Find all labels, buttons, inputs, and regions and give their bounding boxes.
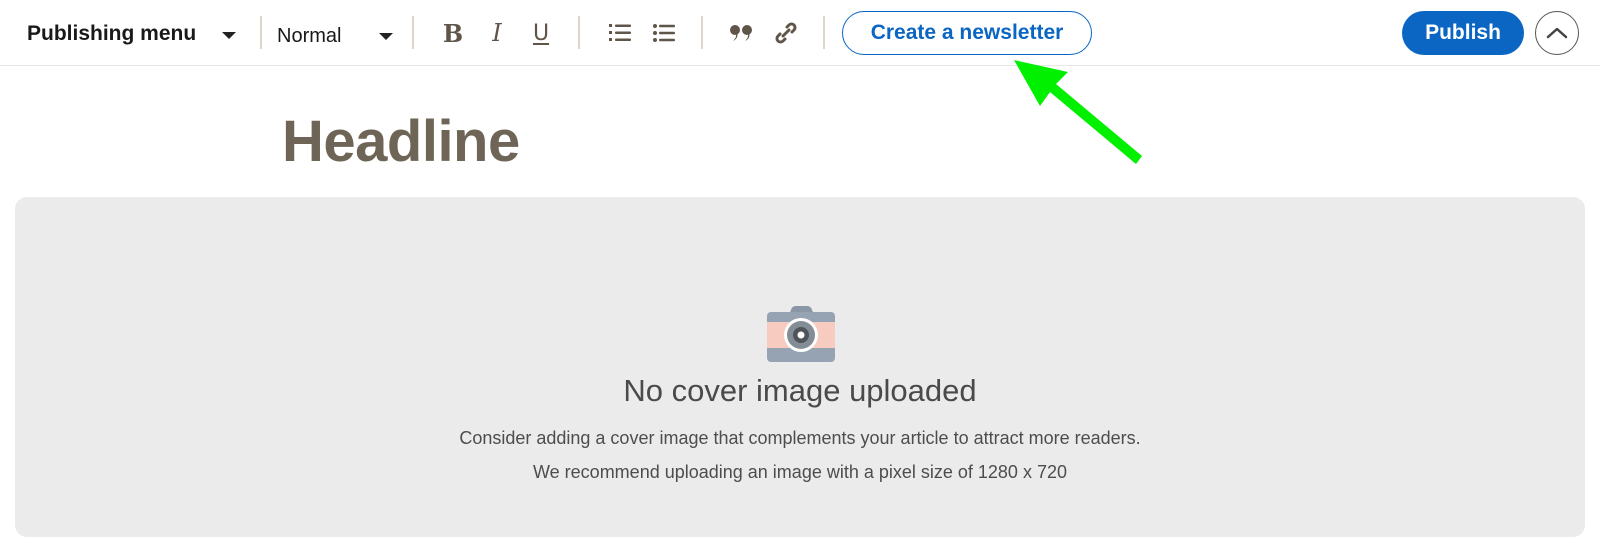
publishing-menu-label: Publishing menu xyxy=(27,22,197,45)
chevron-down-icon[interactable] xyxy=(379,33,393,40)
toolbar-divider xyxy=(701,16,703,49)
publish-button[interactable]: Publish xyxy=(1402,11,1524,55)
green-arrow-annotation xyxy=(1014,60,1142,164)
text-style-select[interactable]: Normal xyxy=(277,20,341,52)
toolbar-divider xyxy=(412,16,414,49)
editor-toolbar: Publishing menu Normal B I U Create a ne… xyxy=(0,0,1600,66)
underline-button[interactable]: U xyxy=(524,16,558,50)
headline-placeholder[interactable]: Headline xyxy=(282,108,520,175)
cover-title: No cover image uploaded xyxy=(623,373,977,408)
publishing-menu-button[interactable]: Publishing menu xyxy=(27,18,196,50)
cover-size-recommendation: We recommend uploading an image with a p… xyxy=(533,462,1067,482)
toolbar-divider xyxy=(578,16,580,49)
bold-button[interactable]: B xyxy=(436,16,470,50)
camera-icon xyxy=(767,306,835,362)
quote-icon xyxy=(730,25,752,41)
chevron-up-icon xyxy=(1546,27,1568,39)
toolbar-divider xyxy=(260,16,262,49)
publish-label: Publish xyxy=(1425,21,1501,44)
link-icon xyxy=(775,22,797,44)
underline-icon: U xyxy=(532,20,550,46)
create-newsletter-label: Create a newsletter xyxy=(870,21,1064,44)
toolbar-divider xyxy=(823,16,825,49)
italic-icon: I xyxy=(492,19,502,47)
italic-button[interactable]: I xyxy=(480,16,514,50)
arrow-icon xyxy=(1014,60,1142,164)
cover-image-dropzone[interactable] xyxy=(15,197,1585,537)
bulleted-list-button[interactable] xyxy=(647,16,681,50)
numbered-list-button[interactable] xyxy=(603,16,637,50)
create-newsletter-button[interactable]: Create a newsletter xyxy=(842,11,1092,55)
collapse-toolbar-button[interactable] xyxy=(1535,11,1579,55)
text-style-value: Normal xyxy=(277,24,342,47)
chevron-down-icon[interactable] xyxy=(222,32,236,39)
bold-icon: B xyxy=(442,18,464,48)
bulleted-list-icon xyxy=(653,24,675,42)
quote-button[interactable] xyxy=(725,16,759,50)
link-button[interactable] xyxy=(769,16,803,50)
numbered-list-icon xyxy=(609,24,631,41)
cover-hint-text: Consider adding a cover image that compl… xyxy=(459,428,1141,448)
